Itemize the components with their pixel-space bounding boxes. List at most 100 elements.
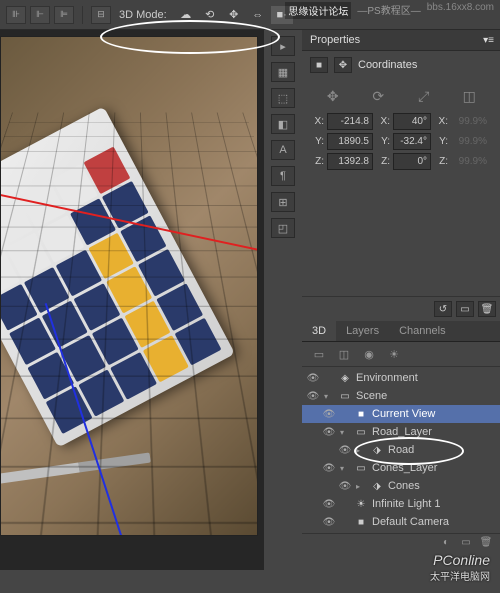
axis-label: X: <box>310 116 324 127</box>
disclosure-icon[interactable]: ▾ <box>340 428 350 437</box>
tool-icon-1[interactable]: ⬚ <box>271 88 295 108</box>
tool-icon-4[interactable]: ◰ <box>271 218 295 238</box>
tree-item-label: Default Camera <box>372 516 449 528</box>
disclosure-icon[interactable]: ▾ <box>340 464 350 473</box>
tree-item[interactable]: 👁 ◈ Environment <box>302 369 500 387</box>
item-type-icon: ☀ <box>354 499 368 510</box>
tab-3d[interactable]: 3D <box>302 321 336 341</box>
visibility-eye-icon[interactable]: 👁 <box>322 517 336 528</box>
visibility-eye-icon[interactable]: 👁 <box>306 373 320 384</box>
position-value[interactable]: 1890.5 <box>327 133 373 150</box>
visibility-eye-icon[interactable]: 👁 <box>322 463 336 474</box>
tree-item[interactable]: 👁 ▸ ⬗ Cones <box>302 477 500 495</box>
trash-icon[interactable]: 🗑 <box>478 301 496 317</box>
item-type-icon: ■ <box>354 409 368 420</box>
tree-item-label: Cones_Layer <box>372 462 437 474</box>
scale-value: 99.9% <box>451 136 487 147</box>
tool-icon-3[interactable]: ⊞ <box>271 192 295 212</box>
panel-menu-icon[interactable]: ▾≡ <box>483 35 494 46</box>
scale-transform-icon[interactable]: ⤢ <box>410 85 438 107</box>
tree-item-label: Cones <box>388 480 420 492</box>
item-type-icon: ■ <box>354 517 368 528</box>
rot-label: X: <box>376 116 390 127</box>
properties-panel-header[interactable]: Properties ▾≡ <box>302 30 500 51</box>
tree-item[interactable]: 👁 ■ Current View <box>302 405 500 423</box>
swatches-icon[interactable]: ▦ <box>271 62 295 82</box>
visibility-eye-icon[interactable]: 👁 <box>322 409 336 420</box>
watermark-sub: —PS教程区— <box>357 2 420 19</box>
visibility-eye-icon[interactable]: 👁 <box>338 445 352 456</box>
mode-label: 3D Mode: <box>119 9 167 21</box>
cube-transform-icon[interactable]: ◫ <box>455 85 483 107</box>
filter-row: ▭ ◫ ◉ ☀ <box>302 342 500 367</box>
pan-icon[interactable]: ✥ <box>223 6 245 24</box>
coordinates-label: Coordinates <box>358 59 417 71</box>
rotation-value[interactable]: -32.4° <box>393 133 431 150</box>
scale-label: Z: <box>434 156 448 167</box>
collapse-icon[interactable]: ▸ <box>271 36 295 56</box>
visibility-eye-icon[interactable]: 👁 <box>322 499 336 510</box>
orbit-icon[interactable]: ☁ <box>175 6 197 24</box>
slide-icon[interactable]: ⇔ <box>247 6 269 24</box>
filter-scene-icon[interactable]: ▭ <box>308 346 330 362</box>
pconline-cn: 太平洋电脑网 <box>430 568 490 583</box>
rotation-value[interactable]: 40° <box>393 113 431 130</box>
item-type-icon: ▭ <box>354 427 368 438</box>
axis-label: Y: <box>310 136 324 147</box>
tree-item[interactable]: 👁 ■ Default Camera <box>302 513 500 531</box>
panel-trash-icon[interactable]: 🗑 <box>478 537 494 551</box>
tree-item-label: Road_Layer <box>372 426 432 438</box>
watermark-url: bbs.16xx8.com <box>427 2 494 19</box>
visibility-eye-icon[interactable]: 👁 <box>338 481 352 492</box>
rotation-value[interactable]: 0° <box>393 153 431 170</box>
camera-icon[interactable]: ■ <box>310 57 328 73</box>
panel-tabs: 3D Layers Channels <box>302 321 500 342</box>
new-light-icon[interactable]: ◐ <box>438 537 454 551</box>
visibility-eye-icon[interactable]: 👁 <box>322 427 336 438</box>
tree-item[interactable]: 👁 ▾ ▭ Cones_Layer <box>302 459 500 477</box>
tree-item-label: Infinite Light 1 <box>372 498 441 510</box>
item-type-icon: ▭ <box>338 391 352 402</box>
tree-item[interactable]: 👁 ▾ ▭ Road_Layer <box>302 423 500 441</box>
canvas-area[interactable] <box>0 30 264 570</box>
canvas-frame[interactable] <box>0 36 258 536</box>
move-transform-icon[interactable]: ✥ <box>319 85 347 107</box>
vertical-tool-strip: ▸ ▦ ⬚ ◧ A ¶ ⊞ ◰ <box>264 30 302 570</box>
tab-channels[interactable]: Channels <box>389 321 455 341</box>
reset-icon[interactable]: ↺ <box>434 301 452 317</box>
position-value[interactable]: -214.8 <box>327 113 373 130</box>
filter-mesh-icon[interactable]: ◫ <box>333 346 355 362</box>
scale-value: 99.9% <box>451 156 487 167</box>
item-type-icon: ◈ <box>338 373 352 384</box>
paragraph-icon[interactable]: ¶ <box>271 166 295 186</box>
rot-label: Y: <box>376 136 390 147</box>
tree-item[interactable]: 👁 ▾ ▭ Scene <box>302 387 500 405</box>
align-icon-2[interactable]: ⊩ <box>30 6 50 24</box>
rotate-icon[interactable]: ⟲ <box>199 6 221 24</box>
visibility-eye-icon[interactable]: 👁 <box>306 391 320 402</box>
type-icon[interactable]: A <box>271 140 295 160</box>
scale-label: Y: <box>434 136 448 147</box>
disclosure-icon[interactable]: ▾ <box>324 392 334 401</box>
rotate-transform-icon[interactable]: ⟳ <box>364 85 392 107</box>
tree-item[interactable]: 👁 ▸ ⬗ Road <box>302 441 500 459</box>
item-type-icon: ⬗ <box>370 481 384 492</box>
disclosure-icon[interactable]: ▸ <box>356 482 366 491</box>
coords-icon[interactable]: ✥ <box>334 57 352 73</box>
disclosure-icon[interactable]: ▸ <box>356 446 366 455</box>
new-icon[interactable]: ▭ <box>458 537 474 551</box>
tree-item[interactable]: 👁 ☀ Infinite Light 1 <box>302 495 500 513</box>
tree-item-label: Environment <box>356 372 418 384</box>
axis-label: Z: <box>310 156 324 167</box>
align-icon-4[interactable]: ⊟ <box>91 6 111 24</box>
properties-body: ■ ✥ Coordinates ✥ ⟳ ⤢ ◫ X: -214.8 X: 40°… <box>302 51 500 296</box>
align-icon-1[interactable]: ⊪ <box>6 6 26 24</box>
tree-item-label: Road <box>388 444 414 456</box>
tab-layers[interactable]: Layers <box>336 321 389 341</box>
position-value[interactable]: 1392.8 <box>327 153 373 170</box>
tool-icon-2[interactable]: ◧ <box>271 114 295 134</box>
filter-light-icon[interactable]: ☀ <box>383 346 405 362</box>
filter-material-icon[interactable]: ◉ <box>358 346 380 362</box>
align-icon-3[interactable]: ⊫ <box>54 6 74 24</box>
render-icon[interactable]: ▭ <box>456 301 474 317</box>
